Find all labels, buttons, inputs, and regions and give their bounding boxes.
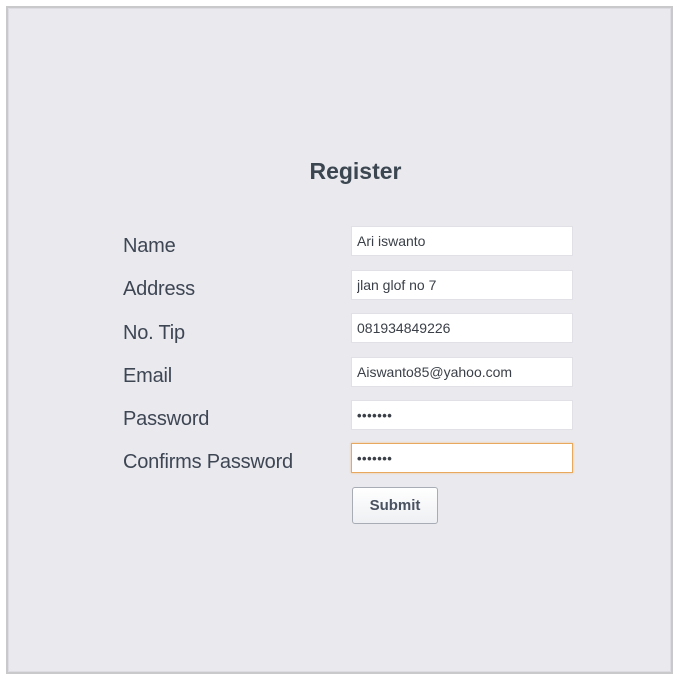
password-label: Password [123, 408, 210, 430]
form-title: Register [309, 158, 402, 184]
phone-input[interactable] [351, 313, 573, 343]
email-label: Email [123, 365, 173, 387]
name-input[interactable] [351, 226, 573, 256]
register-panel: Register Name Address No. Tip Email Pass… [6, 6, 673, 674]
address-label: Address [123, 278, 195, 300]
email-input[interactable] [351, 357, 573, 387]
name-label: Name [123, 235, 176, 257]
password-input[interactable] [351, 400, 573, 430]
address-input[interactable] [351, 270, 573, 300]
phone-label: No. Tip [123, 322, 185, 344]
submit-button[interactable]: Submit [352, 487, 438, 524]
confirm-password-label: Confirms Password [123, 451, 293, 473]
confirm-password-input[interactable] [351, 443, 573, 473]
